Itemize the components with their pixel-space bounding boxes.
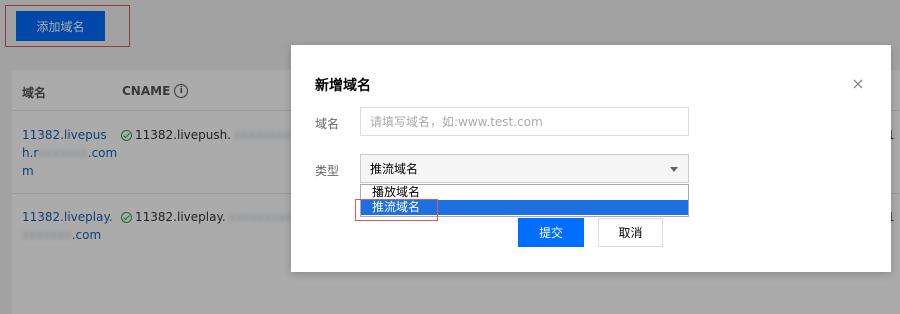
submit-button[interactable]: 提交 (518, 218, 584, 247)
type-option-play[interactable]: 播放域名 (361, 185, 688, 200)
chevron-down-icon (670, 167, 678, 172)
type-field-label: 类型 (315, 164, 340, 178)
type-select[interactable]: 推流域名 (360, 154, 689, 183)
close-icon[interactable]: × (851, 76, 865, 92)
type-select-value: 推流域名 (370, 162, 419, 176)
cancel-button[interactable]: 取消 (598, 218, 663, 247)
domain-field-label: 域名 (315, 117, 340, 131)
add-domain-dialog: 新增域名 × 域名 类型 推流域名 播放域名 推流域名 提交 取消 (291, 45, 891, 272)
domain-input[interactable] (360, 107, 689, 136)
annotation-box-push-option (355, 199, 438, 221)
dialog-title: 新增域名 (315, 78, 371, 94)
